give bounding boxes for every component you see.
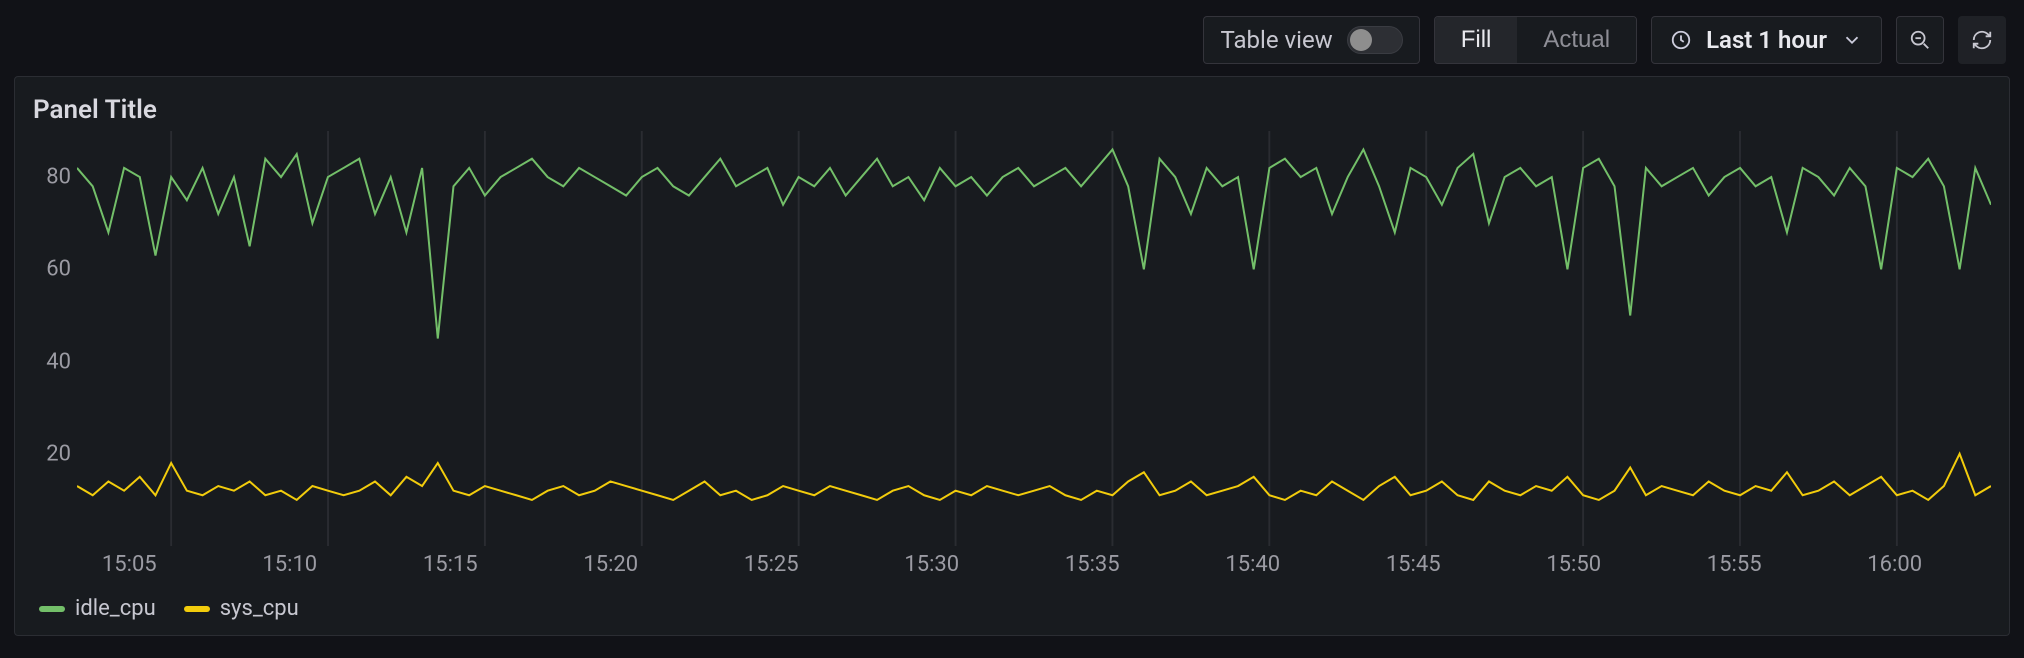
time-range-picker[interactable]: Last 1 hour <box>1651 16 1882 64</box>
chart-panel: Panel Title 20 40 60 80 15:05 15:10 15:15 15:2… <box>14 76 2010 636</box>
table-view-label: Table view <box>1220 26 1332 54</box>
x-tick-label: 15:35 <box>1065 552 1120 577</box>
zoom-out-button[interactable] <box>1896 16 1944 64</box>
line-chart-svg <box>77 131 1991 546</box>
refresh-button[interactable] <box>1958 16 2006 64</box>
y-tick-label: 20 <box>46 441 71 466</box>
legend-item-sys_cpu[interactable]: sys_cpu <box>184 596 299 621</box>
clock-icon <box>1670 29 1692 51</box>
x-tick-label: 15:25 <box>744 552 799 577</box>
x-tick-label: 15:05 <box>102 552 157 577</box>
x-tick-label: 15:15 <box>423 552 478 577</box>
refresh-icon <box>1971 29 1993 51</box>
chart-legend: idle_cpu sys_cpu <box>33 586 1991 621</box>
legend-swatch <box>184 606 210 612</box>
legend-swatch <box>39 606 65 612</box>
x-tick-label: 15:50 <box>1546 552 1601 577</box>
plot-area[interactable] <box>77 131 1991 546</box>
y-axis: 20 40 60 80 <box>33 131 77 546</box>
x-tick-label: 15:40 <box>1225 552 1280 577</box>
x-tick-label: 16:00 <box>1867 552 1922 577</box>
fill-button[interactable]: Fill <box>1435 17 1518 63</box>
view-mode-segmented: Fill Actual <box>1434 16 1637 64</box>
x-tick-label: 15:20 <box>583 552 638 577</box>
y-tick-label: 40 <box>46 349 71 374</box>
legend-label: sys_cpu <box>220 596 299 621</box>
legend-item-idle_cpu[interactable]: idle_cpu <box>39 596 156 621</box>
table-view-control: Table view <box>1203 16 1419 64</box>
x-axis: 15:05 15:10 15:15 15:20 15:25 15:30 15:35 15:40… <box>33 546 1991 586</box>
table-view-toggle[interactable] <box>1347 26 1403 54</box>
y-tick-label: 80 <box>46 165 71 190</box>
x-tick-label: 15:30 <box>904 552 959 577</box>
x-tick-label: 15:10 <box>262 552 317 577</box>
x-tick-label: 15:45 <box>1386 552 1441 577</box>
zoom-out-icon <box>1909 29 1931 51</box>
panel-title: Panel Title <box>33 95 1991 125</box>
chart-area: 20 40 60 80 <box>33 131 1991 546</box>
panel-toolbar: Table view Fill Actual Last 1 hour <box>0 0 2024 76</box>
time-range-label: Last 1 hour <box>1706 26 1827 54</box>
toggle-knob <box>1350 29 1372 51</box>
y-tick-label: 60 <box>46 257 71 282</box>
x-tick-label: 15:55 <box>1707 552 1762 577</box>
actual-button[interactable]: Actual <box>1517 17 1636 63</box>
chevron-down-icon <box>1841 29 1863 51</box>
legend-label: idle_cpu <box>75 596 156 621</box>
